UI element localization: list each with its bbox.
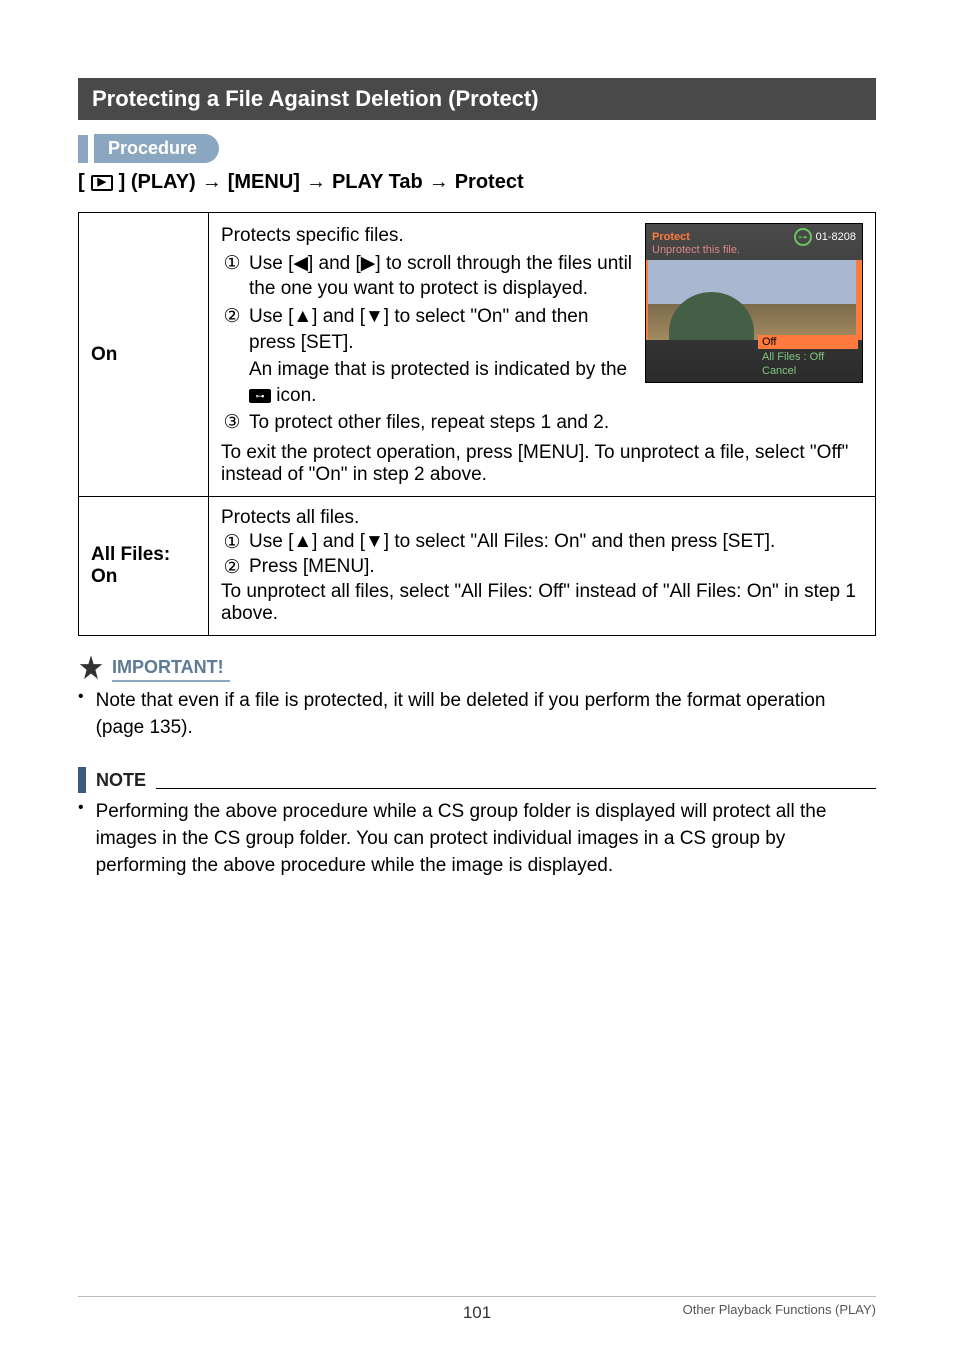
arrow-icon: → (429, 171, 449, 194)
arrow-icon: → (306, 171, 326, 194)
mini-counter: 01-8208 (816, 231, 856, 243)
step-text: An image that is protected is indicated … (249, 357, 635, 408)
step-text: Press [MENU]. (249, 556, 863, 579)
mini-subtitle: Unprotect this file. (652, 244, 740, 256)
row0-intro: Protects specific files. (221, 223, 635, 249)
mini-title: Protect (652, 231, 690, 243)
row1-intro: Protects all files. (221, 507, 863, 529)
section-title: Protecting a File Against Deletion (Prot… (92, 86, 539, 111)
mini-right-arrow (856, 260, 862, 340)
step: ② Press [MENU]. (221, 556, 863, 579)
table-row: On Protects specific files. ① Use [◀] an… (79, 213, 876, 497)
mini-menu: Off All Files : Off Cancel (758, 335, 858, 378)
arrow-icon: → (202, 171, 222, 194)
step-text: Use [◀] and [▶] to scroll through the fi… (249, 251, 635, 302)
table-row: All Files: On Protects all files. ① Use … (79, 497, 876, 636)
note-text: Performing the above procedure while a C… (96, 799, 876, 879)
row-label-all: All Files: On (79, 497, 209, 636)
step: ② Use [▲] and [▼] to select "On" and the… (221, 304, 635, 355)
step-num: ① (221, 531, 243, 554)
bracket-open: [ (78, 171, 85, 194)
protect-lock-icon: ⊶ (249, 389, 271, 403)
mini-lock-icon: ⊶ (794, 228, 812, 246)
important-list: Note that even if a file is protected, i… (78, 688, 876, 741)
row-content-all: Protects all files. ① Use [▲] and [▼] to… (209, 497, 876, 636)
note-label: NOTE (96, 770, 146, 793)
list-item: Performing the above procedure while a C… (78, 799, 876, 879)
list-item: Note that even if a file is protected, i… (78, 688, 876, 741)
row-content-on: Protects specific files. ① Use [◀] and [… (209, 213, 876, 497)
row-label-on: On (79, 213, 209, 497)
step: ① Use [▲] and [▼] to select "All Files: … (221, 531, 863, 554)
note-list: Performing the above procedure while a C… (78, 799, 876, 879)
step: ③ To protect other files, repeat steps 1… (221, 410, 635, 436)
menu-label: [MENU] (228, 171, 300, 194)
important-text: Note that even if a file is protected, i… (96, 688, 876, 741)
step-num: ② (221, 304, 243, 355)
page-footer: 101 Other Playback Functions (PLAY) (78, 1296, 876, 1323)
protect-label: Protect (455, 171, 524, 194)
procedure-label-row: Procedure (78, 134, 876, 163)
mini-menu-item: Off (758, 335, 858, 349)
step-num: ① (221, 251, 243, 302)
mini-menu-item: All Files : Off (758, 350, 858, 364)
step: ① Use [◀] and [▶] to scroll through the … (221, 251, 635, 302)
step: An image that is protected is indicated … (221, 357, 635, 408)
breadcrumb: [ ▶ ] (PLAY) → [MENU] → PLAY Tab → Prote… (78, 171, 876, 194)
mini-menu-item: Cancel (758, 364, 858, 378)
step-num: ② (221, 556, 243, 579)
mini-preview (648, 260, 860, 340)
row1-outro: To unprotect all files, select "All File… (221, 581, 863, 625)
note-marker (78, 767, 86, 793)
step-text: To protect other files, repeat steps 1 a… (249, 410, 635, 436)
step-num: ③ (221, 410, 243, 436)
step-text: Use [▲] and [▼] to select "On" and then … (249, 304, 635, 355)
row0-outro: To exit the protect operation, press [ME… (221, 442, 863, 486)
note-heading: NOTE (78, 767, 876, 793)
step-num (221, 357, 243, 408)
important-heading: IMPORTANT! (78, 656, 876, 682)
footer-section: Other Playback Functions (PLAY) (683, 1302, 876, 1317)
note-underline (156, 788, 876, 789)
procedure-marker (78, 135, 88, 163)
play-icon: ▶ (91, 175, 113, 191)
procedure-pill: Procedure (94, 134, 219, 163)
options-table: On Protects specific files. ① Use [◀] an… (78, 212, 876, 636)
section-header: Protecting a File Against Deletion (Prot… (78, 78, 876, 120)
tab-label: PLAY Tab (332, 171, 423, 194)
play-label: ] (PLAY) (119, 171, 196, 194)
important-label: IMPORTANT! (112, 657, 230, 682)
star-icon (78, 656, 104, 682)
step-text: Use [▲] and [▼] to select "All Files: On… (249, 531, 863, 554)
camera-screenshot: Protect ⊶ 01-8208 Unprotect this file. O… (645, 223, 863, 383)
